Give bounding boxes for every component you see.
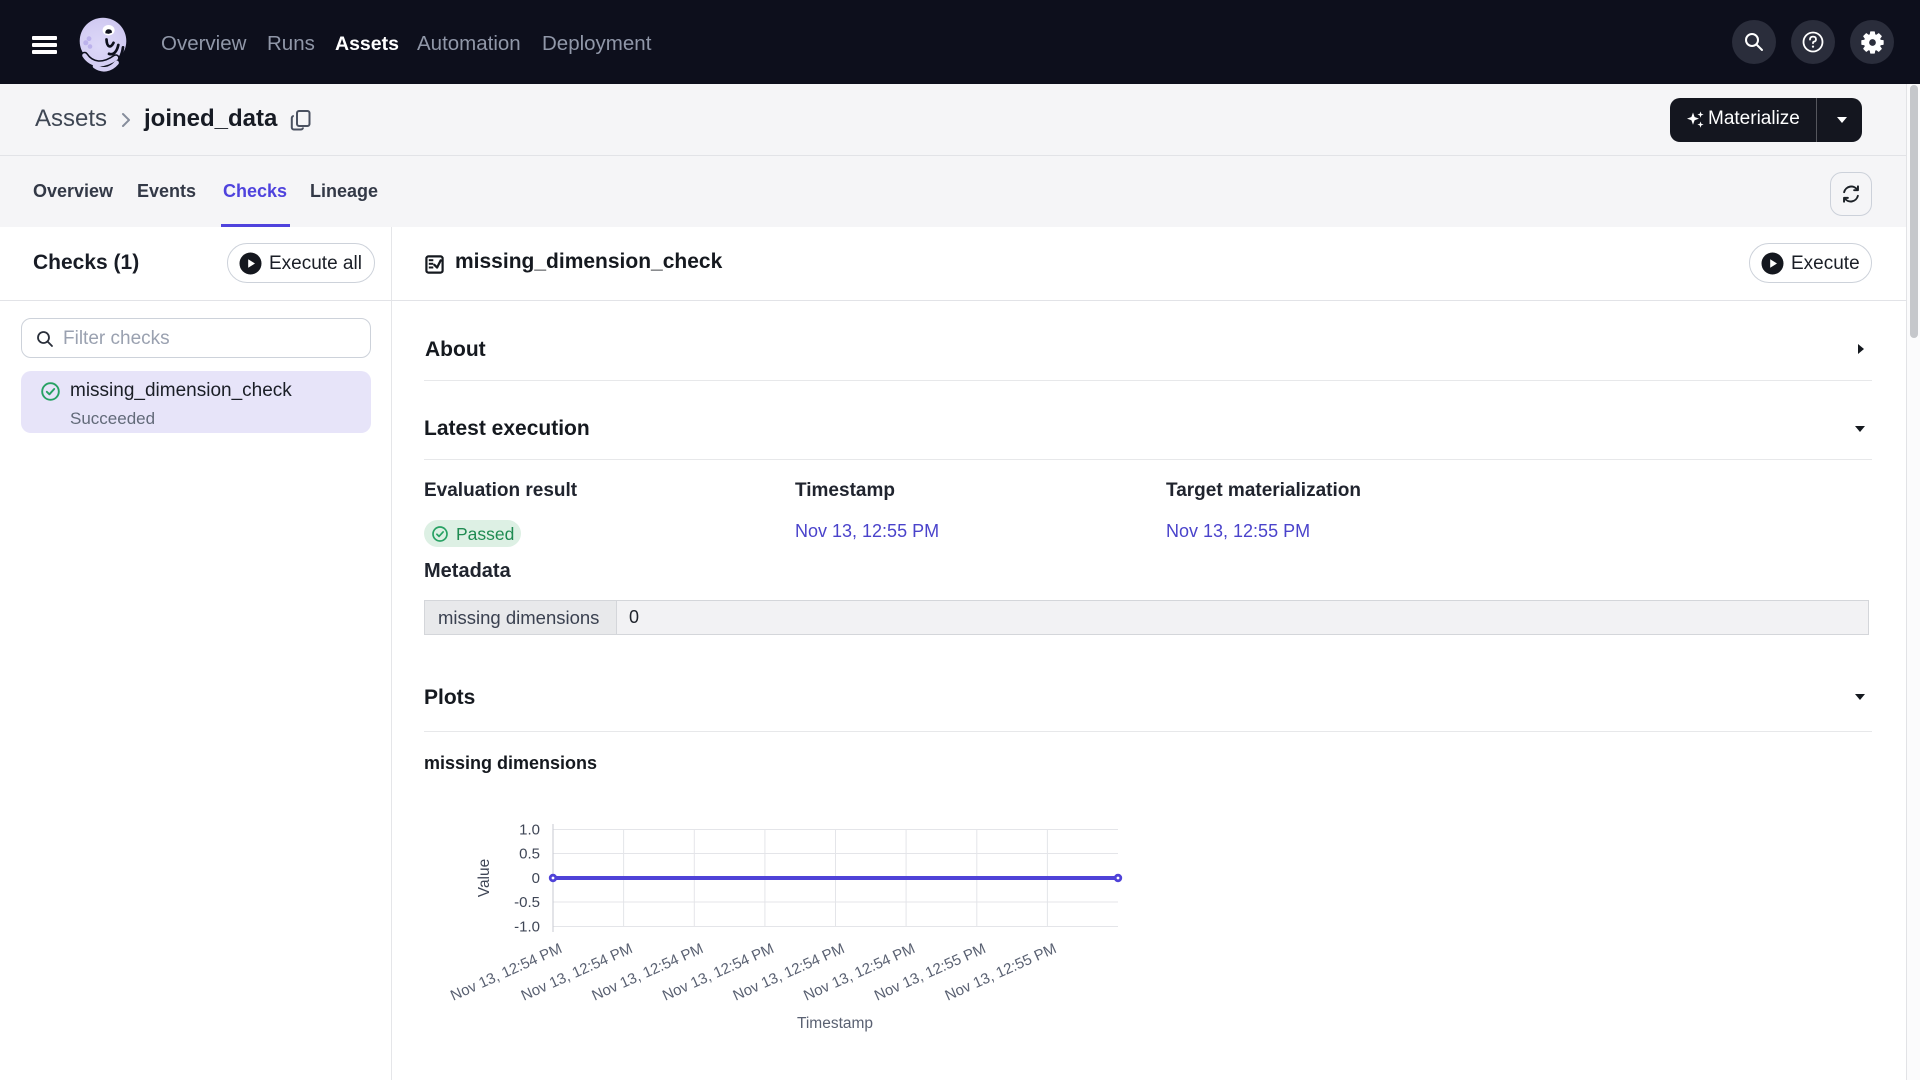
svg-text:0: 0 xyxy=(532,870,540,887)
svg-text:Timestamp: Timestamp xyxy=(797,1015,873,1032)
svg-text:0.5: 0.5 xyxy=(519,846,540,863)
svg-text:-0.5: -0.5 xyxy=(514,894,540,911)
svg-text:1.0: 1.0 xyxy=(519,822,540,839)
svg-text:-1.0: -1.0 xyxy=(514,919,540,936)
svg-text:Value: Value xyxy=(476,859,493,898)
